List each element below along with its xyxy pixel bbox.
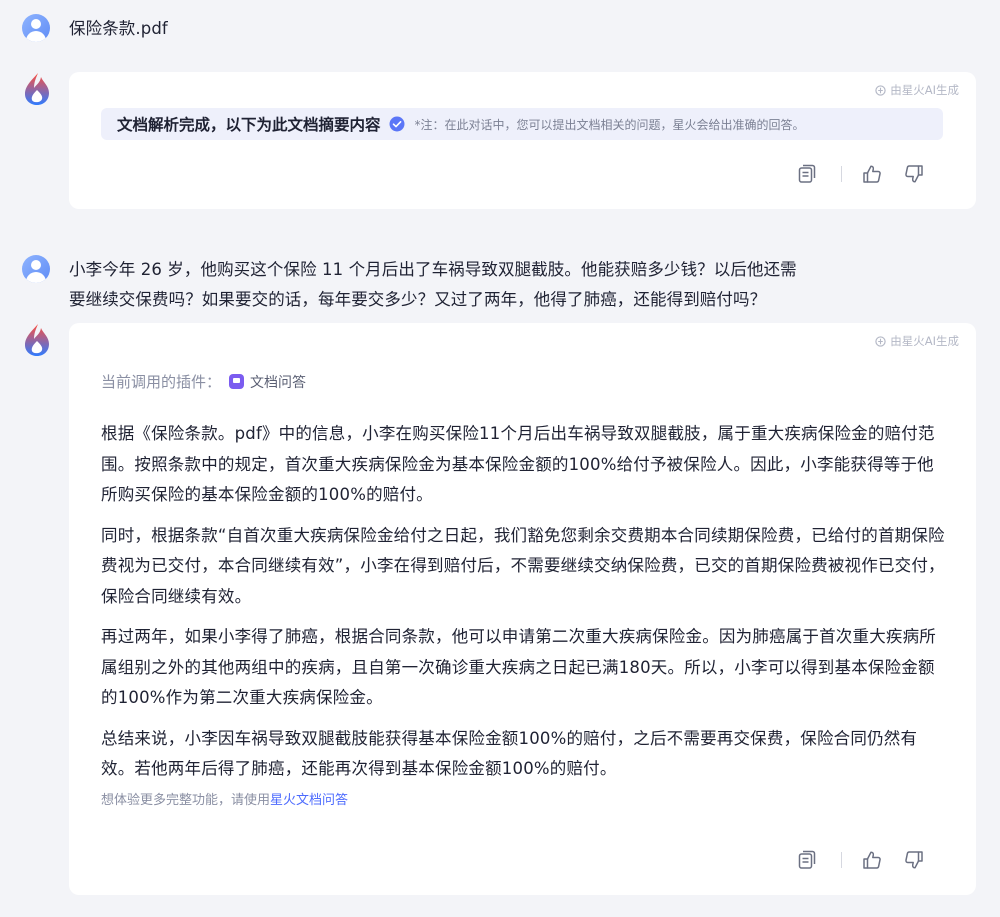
- message-actions: [795, 848, 926, 872]
- user-avatar: [22, 14, 50, 42]
- answer-paragraph: 根据《保险条款。pdf》中的信息，小李在购买保险11个月后出车祸导致双腿截肢，属…: [101, 424, 935, 504]
- plugin-info: 当前调用的插件： 文档问答: [101, 371, 306, 392]
- user-avatar: [22, 255, 50, 283]
- summary-bar: 文档解析完成，以下为此文档摘要内容 *注：在此对话中，您可以提出文档相关的问题，…: [101, 108, 943, 140]
- user-question: 小李今年 26 岁，他购买这个保险 11 个月后出了车祸导致双腿截肢。他能获赔多…: [69, 255, 797, 315]
- thumbs-up-icon: [863, 851, 881, 869]
- like-button[interactable]: [860, 162, 884, 186]
- action-divider: [841, 166, 842, 182]
- summary-title: 文档解析完成，以下为此文档摘要内容: [117, 116, 381, 134]
- action-divider: [841, 852, 842, 868]
- copy-icon: [798, 164, 816, 183]
- thumbs-up-icon: [863, 165, 881, 183]
- check-circle-icon: [389, 116, 405, 132]
- ai-tag-label: 由星火AI生成: [890, 334, 959, 348]
- answer-card: 由星火AI生成 当前调用的插件： 文档问答 根据《保险条款。pdf》中的信息，小…: [69, 323, 976, 895]
- file-message: 保险条款.pdf: [69, 19, 168, 38]
- summary-card: 由星火AI生成 文档解析完成，以下为此文档摘要内容 *注：在此对话中，您可以提出…: [69, 72, 976, 209]
- footnote-text: 想体验更多完整功能，请使用: [101, 792, 271, 808]
- answer-paragraph: 同时，根据条款“自首次重大疾病保险金给付之日起，我们豁免您剩余交费期本合同续期保…: [101, 525, 945, 606]
- dislike-button[interactable]: [902, 162, 926, 186]
- ai-tag-icon: [875, 335, 886, 347]
- like-button[interactable]: [860, 848, 884, 872]
- thumbs-down-icon: [905, 165, 923, 183]
- ai-tag-icon: [875, 84, 886, 96]
- ai-generated-tag: 由星火AI生成: [875, 82, 959, 98]
- plugin-label: 当前调用的插件：: [101, 373, 222, 391]
- message-actions: [795, 162, 926, 186]
- user-question-line: 要继续交保费吗？如果要交的话，每年要交多少？又过了两年，他得了肺癌，还能得到赔付…: [69, 290, 767, 309]
- answer-paragraph: 总结来说，小李因车祸导致双腿截肢能获得基本保险金额100%的赔付，之后不需要再交…: [101, 728, 918, 779]
- ai-tag-label: 由星火AI生成: [890, 83, 959, 97]
- summary-note: *注：在此对话中，您可以提出文档相关的问题，星火会给出准确的回答。: [414, 117, 805, 132]
- copy-button[interactable]: [795, 162, 819, 186]
- answer-paragraph: 再过两年，如果小李得了肺癌，根据合同条款，他可以申请第二次重大疾病保险金。因为肺…: [101, 627, 936, 707]
- copy-icon: [798, 850, 816, 869]
- document-qa-icon: [229, 374, 245, 389]
- thumbs-down-icon: [905, 851, 923, 869]
- dislike-button[interactable]: [902, 848, 926, 872]
- footnote: 想体验更多完整功能，请使用星火文档问答: [101, 789, 947, 808]
- plugin-name: 文档问答: [250, 374, 307, 391]
- spark-doc-qa-link[interactable]: 星火文档问答: [270, 793, 348, 808]
- plugin-chip[interactable]: 文档问答: [229, 372, 306, 392]
- copy-button[interactable]: [795, 848, 819, 872]
- ai-generated-tag: 由星火AI生成: [875, 333, 959, 349]
- spark-logo-icon: [25, 73, 49, 105]
- answer-body: 根据《保险条款。pdf》中的信息，小李在购买保险11个月后出车祸导致双腿截肢，属…: [101, 419, 947, 808]
- spark-logo-icon: [25, 324, 49, 356]
- user-question-line: 小李今年 26 岁，他购买这个保险 11 个月后出了车祸导致双腿截肢。他能获赔多…: [69, 260, 797, 279]
